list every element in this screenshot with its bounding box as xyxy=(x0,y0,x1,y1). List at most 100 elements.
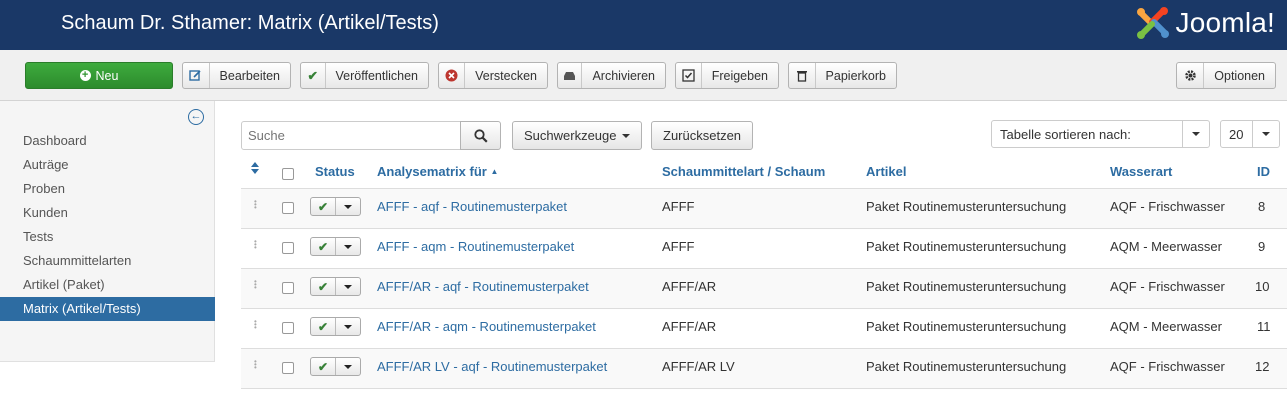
archive-icon xyxy=(558,63,583,88)
article-cell: Paket Routinemusteruntersuchung xyxy=(866,239,1067,254)
sidebar: ← Dashboard Auträge Proben Kunden Tests … xyxy=(0,101,215,362)
published-check-icon[interactable]: ✔ xyxy=(311,318,336,335)
hide-button[interactable]: Verstecken xyxy=(438,62,548,89)
id-cell: 9 xyxy=(1258,239,1266,254)
sidebar-item-artikel[interactable]: Artikel (Paket) xyxy=(0,273,215,297)
gear-icon xyxy=(1177,63,1205,88)
row-checkbox[interactable] xyxy=(282,242,294,254)
status-toggle[interactable]: ✔ xyxy=(310,317,361,336)
row-checkbox[interactable] xyxy=(282,322,294,334)
published-check-icon[interactable]: ✔ xyxy=(311,278,336,295)
new-button[interactable]: + Neu xyxy=(25,62,173,89)
drag-handle-icon[interactable]: • • • xyxy=(254,358,257,372)
status-dropdown-toggle[interactable] xyxy=(336,278,360,295)
water-cell: AQF - Frischwasser xyxy=(1110,279,1225,294)
drag-handle-icon[interactable]: • • • xyxy=(254,238,257,252)
options-button[interactable]: Optionen xyxy=(1176,62,1276,89)
status-dropdown-toggle[interactable] xyxy=(336,238,360,255)
cancel-circle-icon xyxy=(439,63,466,88)
article-cell: Paket Routinemusteruntersuchung xyxy=(866,279,1067,294)
search-tools-label: Suchwerkzeuge xyxy=(524,128,617,143)
matrix-link[interactable]: AFFF - aqf - Routinemusterpaket xyxy=(377,199,567,214)
status-toggle[interactable]: ✔ xyxy=(310,357,361,376)
limit-select[interactable]: 20 xyxy=(1220,120,1280,148)
edit-button-label: Bearbeiten xyxy=(219,68,280,83)
sidebar-item-kunden[interactable]: Kunden xyxy=(0,201,215,225)
id-cell: 11 xyxy=(1257,319,1271,334)
id-cell: 8 xyxy=(1258,199,1266,214)
sidebar-item-dashboard[interactable]: Dashboard xyxy=(0,129,215,153)
archive-button[interactable]: Archivieren xyxy=(557,62,666,89)
search-button[interactable] xyxy=(460,121,501,150)
status-dropdown-toggle[interactable] xyxy=(336,358,360,375)
row-checkbox[interactable] xyxy=(282,282,294,294)
ordering-sort-icon[interactable] xyxy=(251,162,259,177)
sidebar-item-matrix[interactable]: Matrix (Artikel/Tests) xyxy=(0,297,215,321)
column-foam[interactable]: Schaummittelart / Schaum xyxy=(662,164,825,179)
status-toggle[interactable]: ✔ xyxy=(310,277,361,296)
sort-select[interactable]: Tabelle sortieren nach: xyxy=(991,120,1210,148)
limit-select-value: 20 xyxy=(1229,126,1244,142)
foam-cell: AFFF/AR xyxy=(662,279,717,294)
foam-cell: AFFF xyxy=(662,239,695,254)
water-cell: AQF - Frischwasser xyxy=(1110,199,1225,214)
column-water[interactable]: Wasserart xyxy=(1110,164,1172,179)
reset-button[interactable]: Zurücksetzen xyxy=(651,121,754,150)
column-status[interactable]: Status xyxy=(315,164,355,179)
release-button[interactable]: Freigeben xyxy=(675,62,779,89)
row-checkbox[interactable] xyxy=(282,362,294,374)
plus-circle-icon: + xyxy=(79,70,91,81)
options-button-label: Optionen xyxy=(1214,68,1265,83)
search-icon xyxy=(473,128,488,143)
row-checkbox[interactable] xyxy=(282,202,294,214)
chevron-down-icon xyxy=(1252,121,1279,147)
status-dropdown-toggle[interactable] xyxy=(336,318,360,335)
search-tools-button[interactable]: Suchwerkzeuge xyxy=(512,121,642,150)
search-input[interactable] xyxy=(241,121,461,150)
trash-button-label: Papierkorb xyxy=(825,68,886,83)
matrix-link[interactable]: AFFF/AR - aqm - Routinemusterpaket xyxy=(377,319,596,334)
sidebar-item-auftraege[interactable]: Auträge xyxy=(0,153,215,177)
joomla-logo[interactable]: Joomla! xyxy=(1134,4,1275,42)
sidebar-item-proben[interactable]: Proben xyxy=(0,177,215,201)
sidebar-item-schaummittelarten[interactable]: Schaummittelarten xyxy=(0,249,215,273)
matrix-link[interactable]: AFFF/AR - aqf - Routinemusterpaket xyxy=(377,279,589,294)
column-article[interactable]: Artikel xyxy=(866,164,906,179)
article-cell: Paket Routinemusteruntersuchung xyxy=(866,199,1067,214)
sort-asc-icon: ▲ xyxy=(490,167,499,176)
reset-label: Zurücksetzen xyxy=(663,128,742,143)
published-check-icon[interactable]: ✔ xyxy=(311,238,336,255)
collapse-sidebar-icon[interactable]: ← xyxy=(188,109,204,125)
caret-down-icon xyxy=(621,133,630,138)
published-check-icon[interactable]: ✔ xyxy=(311,198,336,215)
matrix-link[interactable]: AFFF/AR LV - aqf - Routinemusterpaket xyxy=(377,359,607,374)
drag-handle-icon[interactable]: • • • xyxy=(254,318,257,332)
column-id[interactable]: ID xyxy=(1257,164,1270,179)
foam-cell: AFFF/AR LV xyxy=(662,359,735,374)
sidebar-item-tests[interactable]: Tests xyxy=(0,225,215,249)
id-cell: 10 xyxy=(1255,279,1270,294)
archive-button-label: Archivieren xyxy=(592,68,655,83)
status-toggle[interactable]: ✔ xyxy=(310,237,361,256)
drag-handle-icon[interactable]: • • • xyxy=(254,198,257,212)
trash-button[interactable]: Papierkorb xyxy=(788,62,897,89)
publish-button-label: Veröffentlichen xyxy=(335,68,418,83)
column-matrix[interactable]: Analysematrix für ▲ xyxy=(377,164,498,179)
select-all-checkbox[interactable] xyxy=(282,168,294,180)
matrix-link[interactable]: AFFF - aqm - Routinemusterpaket xyxy=(377,239,574,254)
column-matrix-label: Analysematrix für xyxy=(377,164,487,179)
edit-button[interactable]: Bearbeiten xyxy=(182,62,291,89)
article-cell: Paket Routinemusteruntersuchung xyxy=(866,319,1067,334)
edit-icon xyxy=(183,63,210,88)
published-check-icon[interactable]: ✔ xyxy=(311,358,336,375)
publish-button[interactable]: ✔ Veröffentlichen xyxy=(300,62,429,89)
article-cell: Paket Routinemusteruntersuchung xyxy=(866,359,1067,374)
table-row: • • • ✔ AFFF/AR - aqm - Routinemusterpaket… xyxy=(241,309,1287,349)
page-title: Schaum Dr. Sthamer: Matrix (Artikel/Test… xyxy=(61,12,439,34)
new-button-label: Neu xyxy=(95,68,119,83)
drag-handle-icon[interactable]: • • • xyxy=(254,278,257,292)
check-icon: ✔ xyxy=(301,63,326,88)
water-cell: AQM - Meerwasser xyxy=(1110,319,1222,334)
status-dropdown-toggle[interactable] xyxy=(336,198,360,215)
status-toggle[interactable]: ✔ xyxy=(310,197,361,216)
